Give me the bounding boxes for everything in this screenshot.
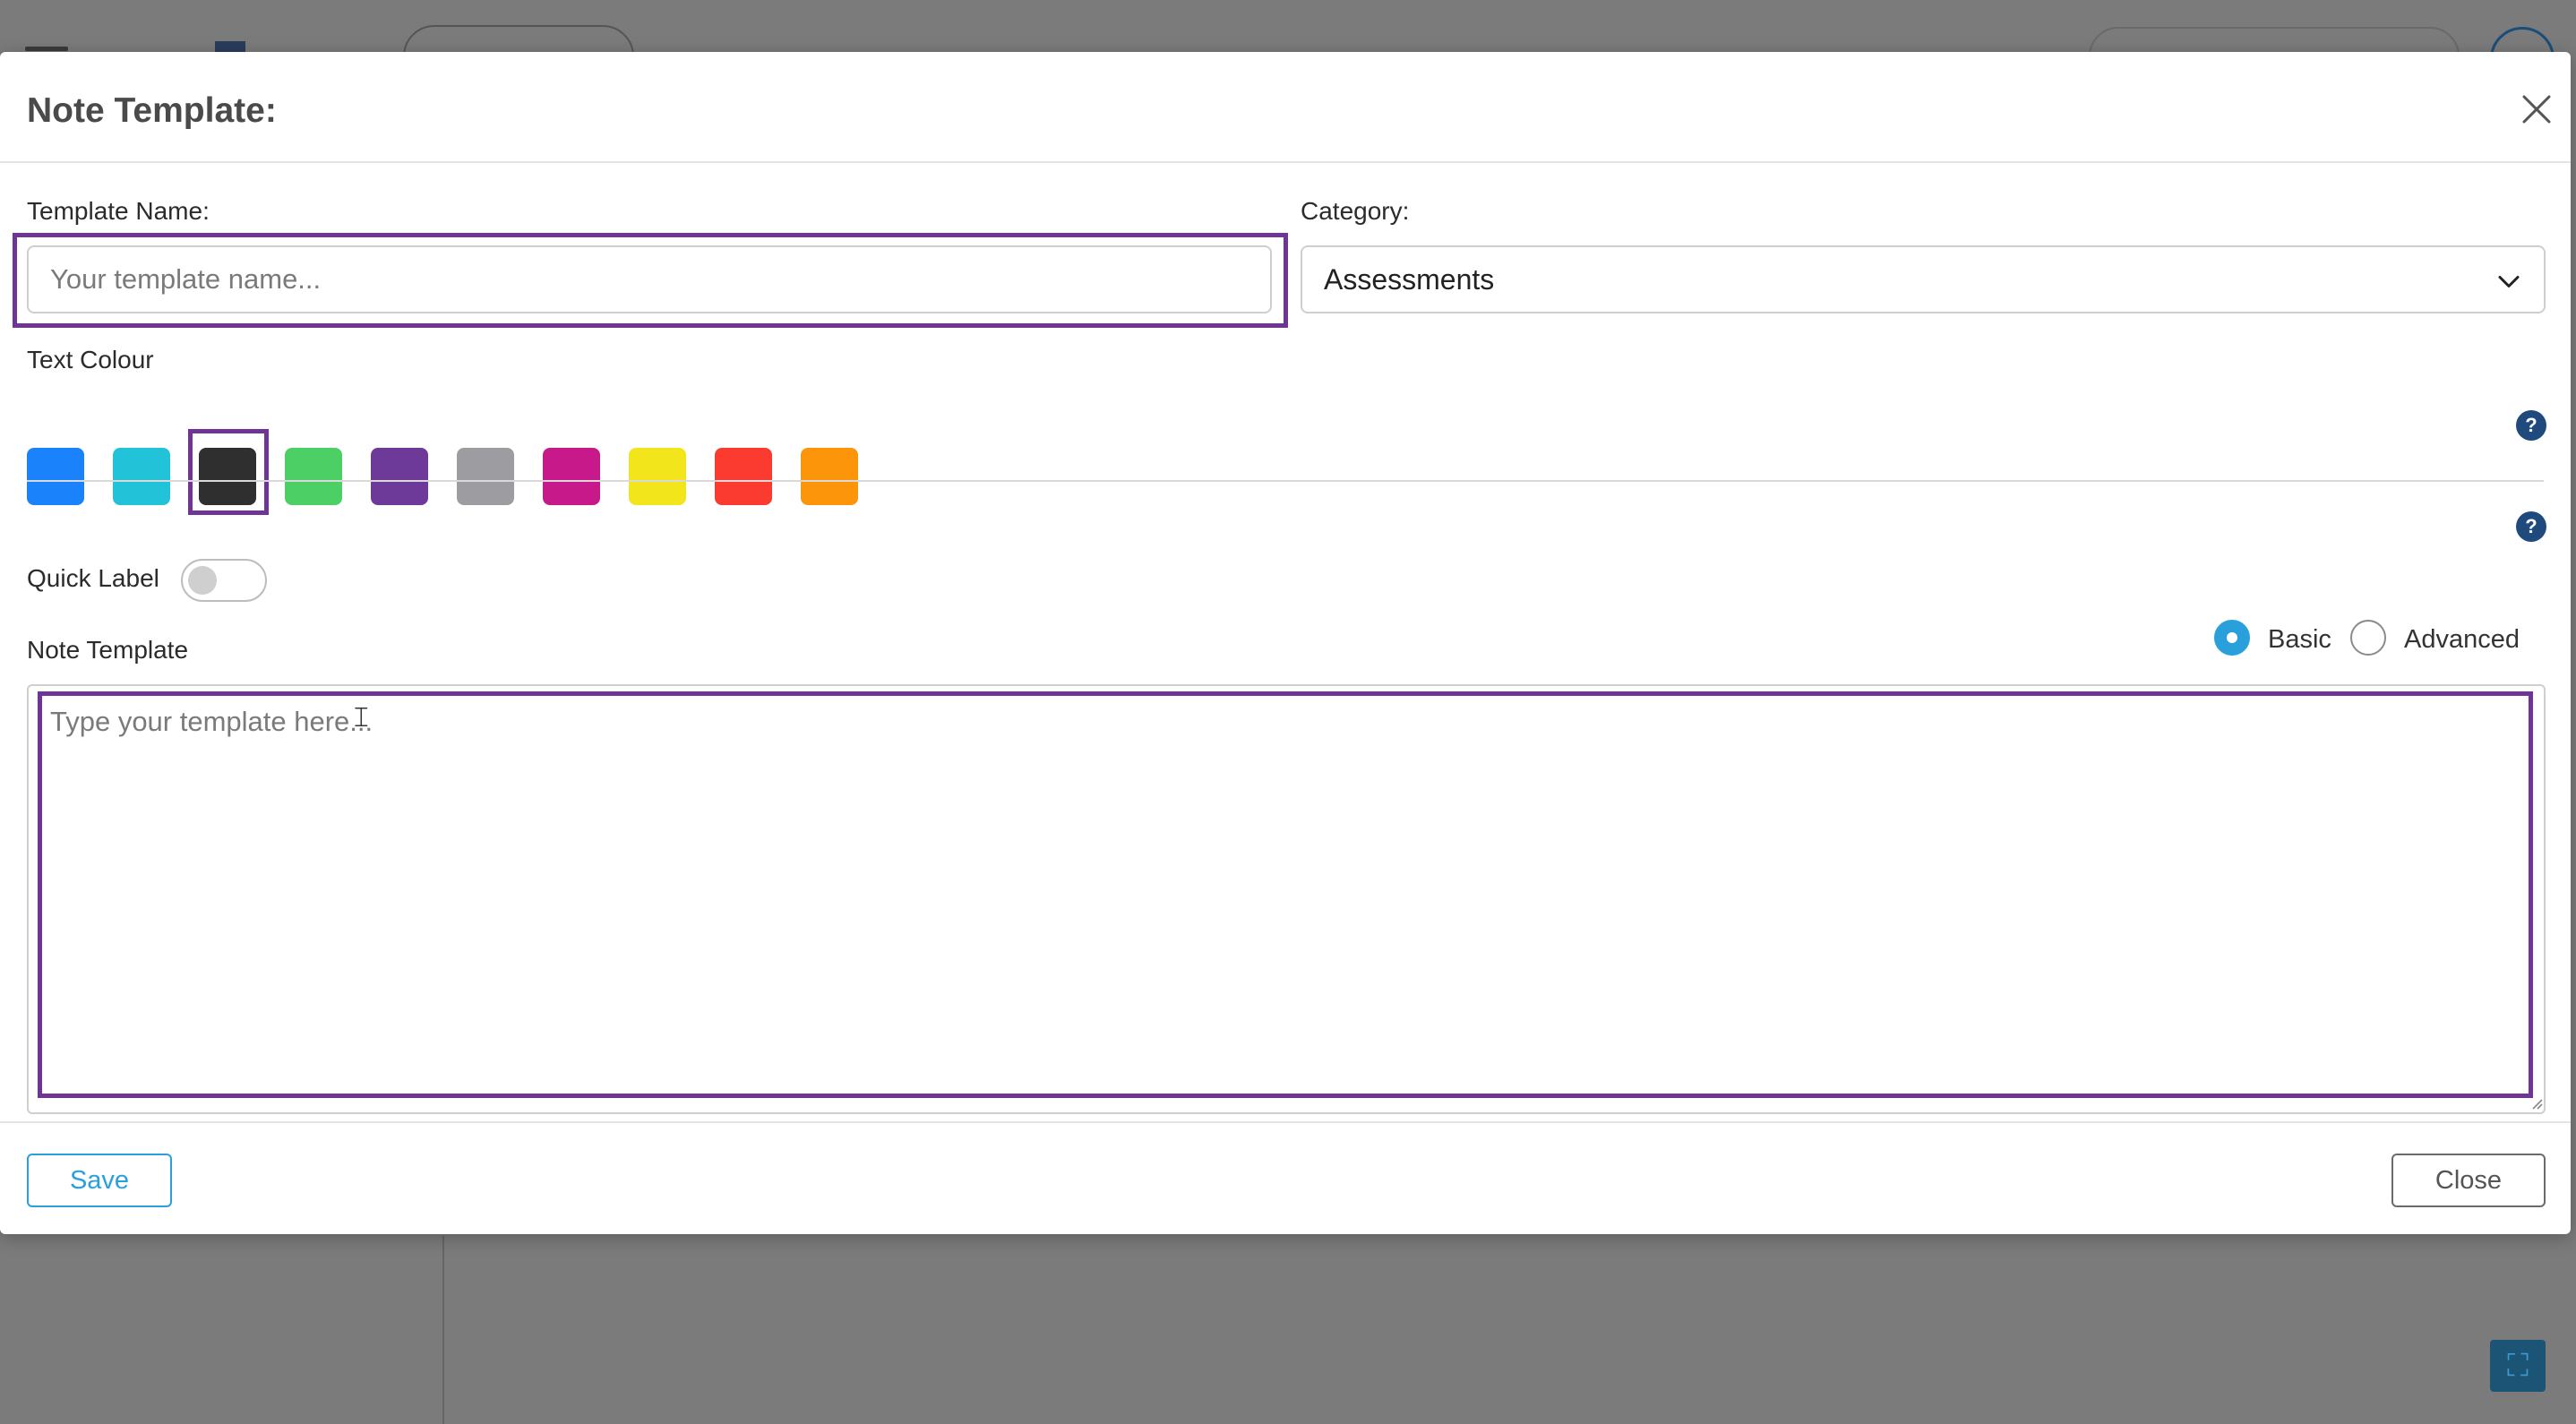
resize-handle-icon[interactable]: [2529, 1096, 2544, 1111]
colour-swatch[interactable]: [113, 448, 170, 505]
basic-radio-label[interactable]: Basic: [2268, 625, 2331, 655]
hamburger-menu-icon: [25, 47, 68, 51]
modal-header: Note Template:: [0, 52, 2571, 163]
colour-swatch[interactable]: [457, 448, 514, 505]
help-icon[interactable]: ?: [2516, 410, 2546, 441]
background-sidebar-divider: [442, 1236, 444, 1424]
template-name-input[interactable]: [27, 245, 1272, 313]
note-template-label: Note Template: [27, 636, 189, 664]
quick-label-label: Quick Label: [27, 564, 159, 592]
quick-label-toggle[interactable]: [181, 559, 267, 602]
colour-swatch[interactable]: [801, 448, 858, 505]
selected-swatch-highlight: [188, 429, 269, 515]
colour-swatch[interactable]: [27, 448, 84, 505]
category-select[interactable]: Assessments: [1301, 245, 2546, 313]
section-divider: [27, 480, 2544, 482]
category-label: Category:: [1301, 197, 1410, 225]
save-button[interactable]: Save: [27, 1154, 172, 1207]
text-cursor-icon: 𝙸: [351, 700, 372, 733]
help-icon[interactable]: ?: [2516, 511, 2546, 542]
close-icon[interactable]: [2513, 86, 2560, 133]
text-colour-label: Text Colour: [27, 346, 154, 373]
chevron-down-icon: [2497, 263, 2520, 296]
note-template-modal: Note Template: Template Name: Category: …: [0, 52, 2571, 1234]
advanced-radio[interactable]: [2350, 620, 2386, 656]
advanced-radio-label[interactable]: Advanced: [2404, 625, 2520, 655]
colour-swatch[interactable]: [543, 448, 600, 505]
colour-swatch[interactable]: [629, 448, 686, 505]
colour-swatch[interactable]: [285, 448, 342, 505]
template-name-label: Template Name:: [27, 197, 210, 225]
fullscreen-icon[interactable]: ⛶: [2490, 1340, 2546, 1392]
modal-title: Note Template:: [27, 91, 277, 130]
basic-radio[interactable]: [2214, 620, 2250, 656]
colour-swatch[interactable]: [715, 448, 772, 505]
category-selected-value: Assessments: [1324, 262, 1495, 296]
note-template-textarea[interactable]: [43, 697, 2528, 1093]
close-button[interactable]: Close: [2391, 1154, 2546, 1207]
toggle-knob: [188, 566, 217, 595]
colour-swatch[interactable]: [371, 448, 428, 505]
footer-divider: [0, 1121, 2571, 1123]
